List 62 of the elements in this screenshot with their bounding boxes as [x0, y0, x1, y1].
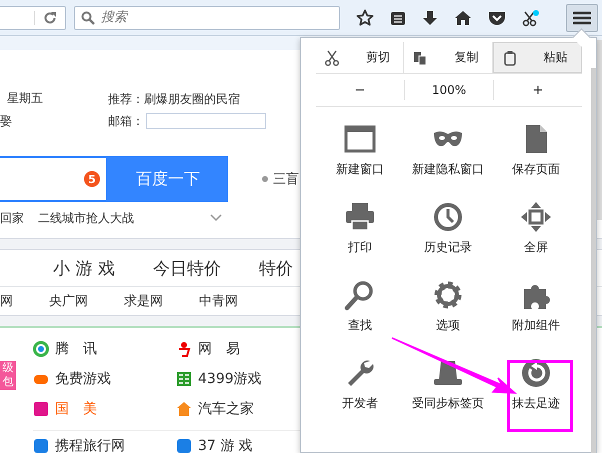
plane-icon — [33, 438, 49, 453]
grid-icon — [176, 371, 192, 387]
hot-search-link[interactable]: 二线城市抢人大战 — [38, 210, 134, 226]
nav-link[interactable]: 特价 — [258, 256, 293, 280]
scissors-icon — [324, 50, 340, 66]
site-link[interactable]: 央广网 — [49, 292, 88, 310]
home-logo-icon — [176, 401, 192, 417]
nav-link[interactable]: 今日特价 — [152, 256, 221, 280]
star-icon[interactable] — [356, 8, 374, 26]
hot-search-link[interactable]: 回家 — [0, 210, 24, 226]
clipboard-icon — [502, 50, 518, 66]
mail-field[interactable] — [146, 113, 266, 129]
reading-list-icon[interactable] — [390, 10, 406, 26]
mail-label: 邮箱： — [108, 112, 144, 130]
logo-icon — [33, 401, 49, 417]
search-icon — [81, 10, 95, 24]
clock-icon — [432, 201, 464, 233]
search-button[interactable]: 百度一下 — [108, 156, 228, 202]
swirl-icon — [33, 341, 49, 357]
site-link[interactable]: 携程旅行网 — [33, 430, 176, 453]
logo-icon — [176, 438, 192, 453]
copy-icon — [412, 50, 428, 66]
site-link[interactable]: 免费游戏 — [33, 364, 176, 394]
site-link[interactable]: 中青网 — [199, 292, 238, 310]
date-text: 星期五 — [6, 90, 44, 107]
paste-button[interactable]: 粘贴 — [492, 42, 582, 73]
menu-item[interactable]: 附加组件 — [492, 269, 580, 347]
nav-link[interactable]: 小 游 戏 — [53, 256, 115, 280]
menu-item[interactable]: 新建窗口 — [316, 113, 404, 191]
site-link[interactable]: 腾 讯 — [33, 334, 176, 364]
download-icon[interactable] — [422, 10, 438, 26]
home-icon[interactable] — [454, 10, 472, 26]
pocket-icon[interactable] — [488, 10, 506, 26]
menu-button[interactable] — [566, 4, 598, 32]
window-icon — [344, 123, 376, 155]
fullscreen-icon — [520, 201, 552, 233]
count-badge: 5 — [84, 171, 100, 187]
reload-icon[interactable] — [34, 10, 57, 24]
logo-icon — [176, 341, 192, 357]
menu-icon — [573, 10, 591, 24]
almanac-text: 娶 — [0, 113, 13, 130]
menu-item[interactable]: 打印 — [316, 191, 404, 269]
restore-icon — [520, 357, 552, 389]
menu-item[interactable]: 保存页面 — [492, 113, 580, 191]
highlight-frame — [507, 360, 573, 432]
recommend-link[interactable]: 刷爆朋友圈的民宿 — [144, 90, 240, 108]
recommend-label: 推荐： — [108, 90, 144, 108]
hot-search-link[interactable]: 三盲 — [273, 170, 299, 188]
menu-item[interactable]: 全屏 — [492, 191, 580, 269]
menu-item[interactable]: 新建隐私窗口 — [404, 113, 492, 191]
search-field[interactable]: 搜索 — [74, 6, 340, 30]
menu-item[interactable]: 选项 — [404, 269, 492, 347]
address-field[interactable] — [0, 6, 66, 30]
chevron-down-icon[interactable] — [210, 214, 222, 222]
menu-item[interactable]: 历史记录 — [404, 191, 492, 269]
gear-icon — [432, 279, 464, 311]
site-link[interactable]: 求是网 — [124, 292, 163, 310]
bullet-icon — [262, 176, 268, 182]
scissors-icon[interactable] — [522, 8, 540, 26]
scrollbar[interactable] — [591, 68, 596, 453]
zoom-reset-button[interactable]: 100% — [404, 80, 494, 100]
site-link[interactable]: 网 — [0, 292, 13, 310]
